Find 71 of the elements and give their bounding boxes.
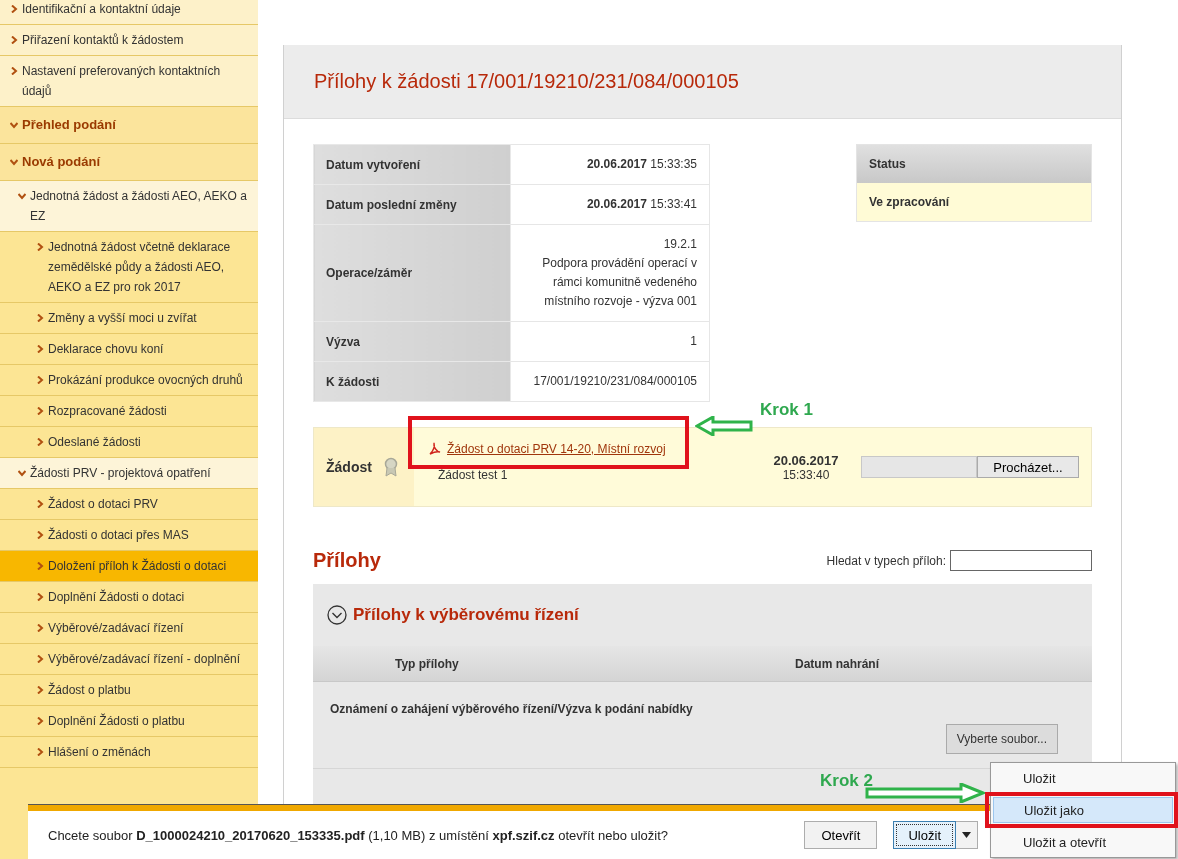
chevron-right-icon <box>10 67 18 75</box>
page-title: Přílohy k žádosti 17/001/19210/231/084/000105 <box>314 70 739 93</box>
open-button[interactable]: Otevřít <box>804 821 878 849</box>
search-field[interactable] <box>950 550 1092 571</box>
sidebar-item[interactable]: Přiřazení kontaktů k žádostem <box>0 25 258 56</box>
browse-button[interactable]: Procházet... <box>977 456 1079 478</box>
chevron-down-icon <box>10 158 18 166</box>
sidebar-item[interactable]: Nastavení preferovaných kontaktních údajů <box>0 56 258 107</box>
table-cell: 20.06.2017 15:33:41 <box>510 184 710 225</box>
chevron-right-icon <box>36 748 44 756</box>
search-label: Hledat v typech příloh: <box>826 553 946 568</box>
chevron-down-icon <box>18 469 26 477</box>
section-heading: Přílohy <box>313 549 381 572</box>
status-value: Ve zpracování <box>857 183 1091 221</box>
chevron-down-icon <box>18 192 26 200</box>
step-label: Krok 2 <box>820 771 873 791</box>
chevron-right-icon <box>36 655 44 663</box>
chevron-right-icon <box>10 5 18 13</box>
column-header: Datum nahrání <box>795 656 879 671</box>
choose-file-button[interactable]: Vyberte soubor... <box>945 724 1058 754</box>
chevron-right-icon <box>36 314 44 322</box>
step-label: Krok 1 <box>760 400 813 420</box>
chevron-right-icon <box>36 686 44 694</box>
sidebar-item[interactable]: Nová podání <box>0 144 258 181</box>
table-cell: Datum vytvoření <box>313 144 511 185</box>
chevron-right-icon <box>36 345 44 353</box>
table-cell: 1 <box>510 321 710 362</box>
dropdown-button[interactable] <box>956 821 978 849</box>
chevron-right-icon <box>36 593 44 601</box>
upload-date: 20.06.2017 15:33:40 <box>772 451 840 484</box>
arrow-drawing <box>695 416 753 436</box>
chevron-right-icon <box>36 407 44 415</box>
chevron-right-icon <box>36 376 44 384</box>
chevron-right-icon <box>10 36 18 44</box>
chevron-right-icon <box>36 717 44 725</box>
menu-item[interactable]: Uložit <box>993 765 1173 791</box>
chevron-right-icon <box>36 531 44 539</box>
status-heading: Status <box>857 145 1091 183</box>
table-cell: 17/001/19210/231/084/000105 <box>510 361 710 402</box>
table-cell: K žádosti <box>313 361 511 402</box>
chevron-right-icon <box>36 438 44 446</box>
chevron-down-icon <box>10 121 18 129</box>
download-message: Chcete soubor D_1000024210_20170620_153335.pdf (1,10 MB) z umístění xpf.szif.cz otevřít nebo uložit? <box>47 827 670 843</box>
sidebar-item[interactable]: Jednotná žádost a žádosti AEO, AEKO a EZ <box>0 181 258 232</box>
chevron-right-icon <box>36 562 44 570</box>
caret-icon <box>962 832 971 838</box>
menu-item[interactable]: Uložit a otevřít <box>993 829 1173 855</box>
sidebar-item[interactable]: Doložení příloh k Žádosti o dotaci <box>0 551 258 582</box>
table-cell: Výzva <box>313 321 511 362</box>
chevron-right-icon <box>36 500 44 508</box>
application-note: Žádost test 1 <box>437 468 509 482</box>
table-cell: 20.06.2017 15:33:35 <box>510 144 710 185</box>
sidebar-item[interactable]: Žádosti PRV - projektová opatření <box>0 458 258 489</box>
sidebar-item[interactable]: Identifikační a kontaktní údaje <box>0 0 258 25</box>
table-cell: 19.2.1 Podpora provádění operací v rámci komunitně vedeného místního rozvoje - výzva 001 <box>510 224 710 322</box>
pdf-link[interactable]: Žádost o dotaci PRV 14-20, Místní rozvoj <box>428 442 751 456</box>
sidebar-item[interactable]: Přehled podání <box>0 107 258 144</box>
file-field[interactable] <box>861 456 977 478</box>
row-label: Žádost <box>326 459 372 475</box>
chevron-right-icon <box>36 243 44 251</box>
menu-item[interactable]: Uložit jako <box>993 797 1173 823</box>
table-cell: Operace/záměr <box>313 224 511 322</box>
attachment-type: Oznámení o zahájení výběrového řízení/Výzva k podání nabídky <box>330 702 694 716</box>
save-button[interactable]: Uložit <box>893 821 956 849</box>
group-title: Přílohy k výběrovému řízení <box>353 605 579 625</box>
collapse-icon[interactable] <box>327 605 347 625</box>
award-icon <box>383 457 398 477</box>
chevron-right-icon <box>36 624 44 632</box>
table-cell: Datum poslední změny <box>313 184 511 225</box>
column-header: Typ přílohy <box>394 656 460 671</box>
pdf-icon <box>428 442 442 456</box>
